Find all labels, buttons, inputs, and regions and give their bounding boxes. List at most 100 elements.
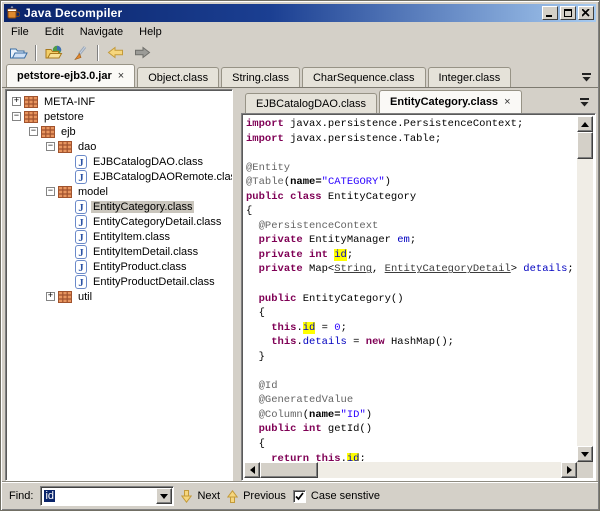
code-line: @Id xyxy=(246,379,576,394)
package-icon xyxy=(24,111,38,123)
tree-item-meta-inf[interactable]: +META-INF xyxy=(9,94,230,109)
tree-item-entitycategorydetail-class[interactable]: JEntityCategoryDetail.class xyxy=(9,214,230,229)
code-line: this.details = new HashMap(); xyxy=(246,335,576,350)
tab-charsequence-class[interactable]: CharSequence.class xyxy=(302,67,426,87)
split-handle[interactable] xyxy=(233,89,241,481)
svg-text:J: J xyxy=(78,233,83,244)
toolbar-separator xyxy=(35,45,37,61)
back-button[interactable] xyxy=(103,43,129,63)
tree-item-label: dao xyxy=(76,141,98,153)
search-button[interactable] xyxy=(67,43,93,63)
code-line: private EntityManager em; xyxy=(246,233,576,248)
tree-item-ejbcatalogdao-class[interactable]: JEJBCatalogDAO.class xyxy=(9,154,230,169)
main-area: +META-INF−petstore−ejb−daoJEJBCatalogDAO… xyxy=(4,89,596,481)
source-tab-bar: EJBCatalogDAO.class EntityCategory.class× xyxy=(241,89,596,113)
scroll-right-icon[interactable] xyxy=(561,462,577,478)
tree-item-entityproductdetail-class[interactable]: JEntityProductDetail.class xyxy=(9,274,230,289)
code-line: import javax.persistence.Table; xyxy=(246,132,576,147)
tab-petstore-ejb3-0-jar[interactable]: petstore-ejb3.0.jar× xyxy=(6,64,135,87)
package-icon xyxy=(58,186,72,198)
menu-edit[interactable]: Edit xyxy=(37,24,72,40)
forward-button[interactable] xyxy=(129,43,155,63)
tree-item-entityitemdetail-class[interactable]: JEntityItemDetail.class xyxy=(9,244,230,259)
collapse-icon[interactable]: − xyxy=(46,142,55,151)
case-sensitive-checkbox[interactable] xyxy=(293,490,306,503)
expand-icon[interactable]: + xyxy=(12,97,21,106)
find-input-value: id xyxy=(44,490,55,502)
code-line: @Column(name="ID") xyxy=(246,408,576,423)
tree-item-entityitem-class[interactable]: J EntityItem.class xyxy=(9,229,230,244)
tree-item-entitycategory-class[interactable]: JEntityCategory.class xyxy=(9,199,230,214)
tab-string-class[interactable]: String.class xyxy=(221,67,300,87)
tree-item-ejb[interactable]: −ejb xyxy=(9,124,230,139)
code-line: public int getId() xyxy=(246,422,576,437)
scroll-down-icon[interactable] xyxy=(577,446,593,462)
source-panel: EJBCatalogDAO.class EntityCategory.class×… xyxy=(241,89,596,481)
tree-item-ejbcatalogdaoremote-class[interactable]: JEJBCatalogDAORemote.class xyxy=(9,169,230,184)
find-dropdown-icon[interactable] xyxy=(156,488,172,504)
menu-navigate[interactable]: Navigate xyxy=(72,24,131,40)
tab-label: EJBCatalogDAO.class xyxy=(256,98,366,110)
tree-item-petstore[interactable]: −petstore xyxy=(9,109,230,124)
code-panel: import javax.persistence.PersistenceCont… xyxy=(241,113,596,481)
code-view[interactable]: import javax.persistence.PersistenceCont… xyxy=(246,117,576,461)
horizontal-scrollbar[interactable] xyxy=(244,462,577,478)
package-icon xyxy=(58,291,72,303)
svg-text:J: J xyxy=(78,173,83,184)
tab-label: CharSequence.class xyxy=(313,72,415,84)
open-file-button[interactable] xyxy=(5,43,31,63)
menu-help[interactable]: Help xyxy=(131,24,170,40)
scrollbar-corner xyxy=(577,462,593,478)
scroll-left-icon[interactable] xyxy=(244,462,260,478)
tree-item-label: EntityItemDetail.class xyxy=(91,246,200,258)
open-type-button[interactable] xyxy=(41,43,67,63)
tree-item-entityproduct-class[interactable]: JEntityProduct.class xyxy=(9,259,230,274)
tab-object-class[interactable]: Object.class xyxy=(137,67,219,87)
back-arrow-icon xyxy=(107,46,125,59)
scroll-up-icon[interactable] xyxy=(577,116,593,132)
close-button[interactable] xyxy=(578,6,594,20)
next-button[interactable]: Next xyxy=(181,490,220,503)
code-line: @PersistenceContext xyxy=(246,219,576,234)
code-line: return this.id; xyxy=(246,452,576,461)
find-input[interactable]: id xyxy=(40,486,174,506)
tree-item-dao[interactable]: − dao xyxy=(9,139,230,154)
expand-icon[interactable]: + xyxy=(46,292,55,301)
collapse-icon[interactable]: − xyxy=(29,127,38,136)
tree-item-label: EJBCatalogDAO.class xyxy=(91,156,205,168)
tree-item-label: EntityCategory.class xyxy=(91,201,194,213)
tab-ejbcatalogdao-class[interactable]: EJBCatalogDAO.class xyxy=(245,93,377,113)
next-down-arrow-icon xyxy=(181,490,192,503)
menu-file[interactable]: File xyxy=(3,24,37,40)
tab-close-icon[interactable]: × xyxy=(118,72,124,81)
previous-button[interactable]: Previous xyxy=(227,490,286,503)
code-line: public EntityCategory() xyxy=(246,292,576,307)
find-label: Find: xyxy=(9,490,33,502)
svg-text:J: J xyxy=(78,263,83,274)
tab-integer-class[interactable]: Integer.class xyxy=(428,67,512,87)
minimize-button[interactable] xyxy=(542,6,558,20)
tab-entitycategory-class[interactable]: EntityCategory.class× xyxy=(379,90,521,113)
maximize-button[interactable] xyxy=(560,6,576,20)
code-line: { xyxy=(246,437,576,452)
vertical-scrollbar[interactable] xyxy=(577,116,593,462)
collapse-icon[interactable]: − xyxy=(46,187,55,196)
check-icon xyxy=(295,492,304,501)
code-line: this.id = 0; xyxy=(246,321,576,336)
tree-item-util[interactable]: +util xyxy=(9,289,230,304)
collapse-icon[interactable]: − xyxy=(12,112,21,121)
tab-close-icon[interactable]: × xyxy=(504,98,510,107)
window-title: Java Decompiler xyxy=(24,6,538,20)
svg-text:J: J xyxy=(78,218,83,229)
tab-list-dropdown-icon[interactable] xyxy=(581,73,592,82)
horizontal-scroll-thumb[interactable] xyxy=(260,462,318,478)
code-line: @Table(name="CATEGORY") xyxy=(246,175,576,190)
svg-text:J: J xyxy=(78,278,83,289)
code-line: public class EntityCategory xyxy=(246,190,576,205)
tree-item-label: EntityItem.class xyxy=(91,231,172,243)
vertical-scroll-thumb[interactable] xyxy=(577,132,593,159)
tab-list-dropdown-icon[interactable] xyxy=(579,98,590,107)
tree-item-label: model xyxy=(76,186,110,198)
tree-item-model[interactable]: − model xyxy=(9,184,230,199)
code-line: import javax.persistence.PersistenceCont… xyxy=(246,117,576,132)
